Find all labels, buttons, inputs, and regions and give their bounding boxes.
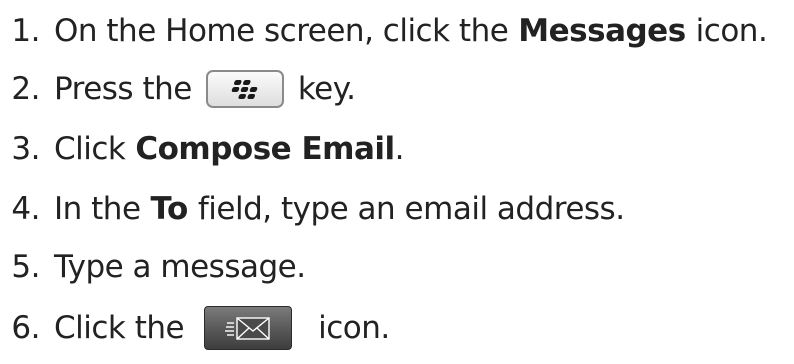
step-text-before: Click the — [54, 310, 185, 346]
step-5: 5. Type a message. — [0, 239, 306, 295]
envelope-icon — [225, 317, 270, 340]
step-text: In the To field, type an email address. — [54, 191, 625, 227]
step-text-before: Click — [54, 131, 126, 167]
step-number: 2. — [11, 71, 40, 107]
step-text-after: icon. — [318, 310, 390, 346]
step-2: 2. Press the key. — [0, 61, 356, 117]
messages-bold-label: Messages — [518, 13, 686, 49]
step-text-before: In the — [54, 191, 141, 227]
step-6: 6. Click the icon. — [0, 300, 390, 356]
step-1: 1. On the Home screen, click the Message… — [0, 3, 767, 59]
send-envelope-icon — [204, 306, 293, 350]
step-number: 1. — [11, 13, 40, 49]
step-text: Type a message. — [54, 249, 306, 285]
step-text: On the Home screen, click the Messages i… — [54, 13, 768, 49]
instruction-list: 1. On the Home screen, click the Message… — [0, 0, 794, 364]
step-3: 3. Click Compose Email . — [0, 121, 404, 177]
step-text: Click the icon. — [54, 306, 390, 350]
step-text-before: Press the — [54, 71, 192, 107]
step-text-after: . — [394, 131, 405, 167]
step-text-after: field, type an email address. — [197, 191, 625, 227]
step-text: Press the key. — [54, 70, 356, 108]
step-number: 6. — [11, 310, 40, 346]
compose-email-bold-label: Compose Email — [135, 131, 395, 167]
step-text-after: icon. — [695, 13, 768, 49]
step-number: 5. — [11, 249, 40, 285]
blackberry-logo-icon — [229, 79, 260, 99]
step-text-after: key. — [297, 71, 356, 107]
step-text-before: Type a message. — [54, 249, 306, 285]
step-number: 3. — [11, 131, 40, 167]
blackberry-menu-key-icon — [205, 70, 284, 108]
to-bold-label: To — [150, 191, 189, 227]
step-text-before: On the Home screen, click the — [54, 13, 509, 49]
step-text: Click Compose Email . — [54, 131, 405, 167]
step-number: 4. — [11, 191, 40, 227]
step-4: 4. In the To field, type an email addres… — [0, 181, 625, 237]
